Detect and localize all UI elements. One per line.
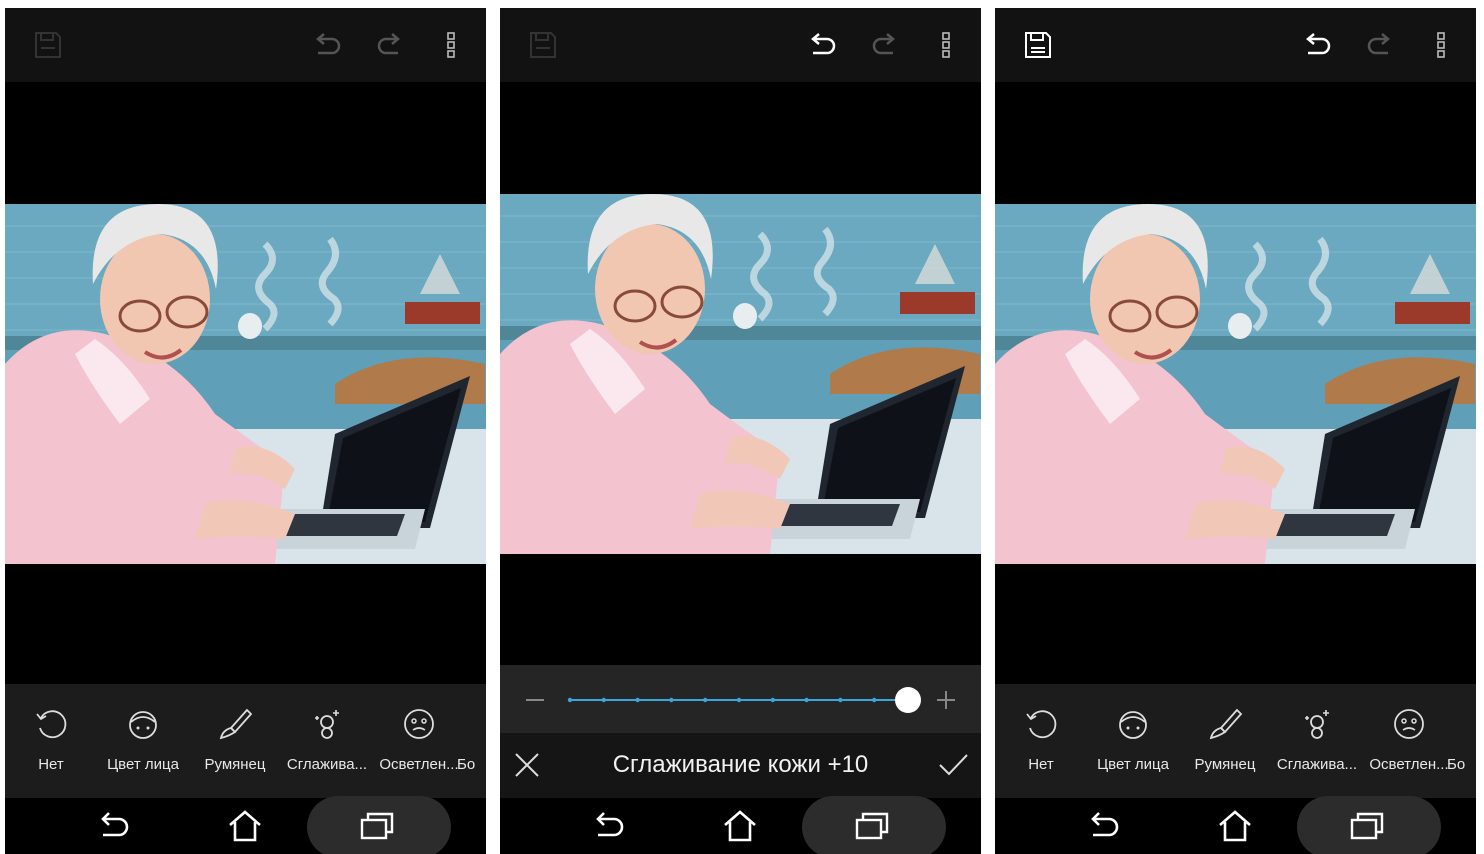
photo-canvas[interactable] (500, 194, 981, 554)
tool-label: Румянец (204, 756, 266, 773)
slider-tick (601, 697, 606, 703)
slider-tick (770, 697, 775, 703)
home-icon[interactable] (1215, 806, 1255, 846)
face-tone-icon (1087, 704, 1179, 744)
tool-smoothing[interactable]: Сглажива... (1271, 704, 1363, 773)
tool-brighten[interactable]: Осветлен... (373, 704, 465, 773)
tool-blush[interactable]: Румянец (1179, 704, 1271, 773)
system-nav-bar (995, 796, 1476, 854)
smoothing-icon (281, 704, 373, 744)
smoothing-icon (1271, 704, 1363, 744)
close-icon[interactable] (512, 750, 542, 785)
slider-thumb[interactable] (895, 687, 921, 713)
top-toolbar (500, 8, 981, 82)
home-icon[interactable] (720, 806, 760, 846)
beauty-tools-bar: Нет Цвет лица Румянец Сглажива... Осветл… (995, 684, 1476, 798)
adjust-caption-bar: Сглаживание кожи +10 (500, 733, 981, 798)
back-icon[interactable] (1083, 806, 1123, 846)
tool-partial[interactable]: Бо (1447, 704, 1476, 773)
undo-icon[interactable] (1300, 28, 1334, 62)
reset-icon (995, 704, 1087, 744)
back-icon[interactable] (588, 806, 628, 846)
top-toolbar (995, 8, 1476, 82)
system-nav-bar (500, 796, 981, 854)
blush-brush-icon (189, 704, 281, 744)
recents-icon[interactable] (357, 806, 397, 846)
tool-label: Нет (1028, 756, 1054, 773)
redo-icon[interactable] (867, 28, 901, 62)
save-icon[interactable] (31, 28, 65, 62)
intensity-slider[interactable] (500, 665, 981, 733)
redo-icon[interactable] (1362, 28, 1396, 62)
tool-partial[interactable]: Бо (457, 704, 486, 773)
photo-canvas[interactable] (5, 204, 486, 564)
tool-label: Сглажива... (1276, 756, 1358, 773)
more-vertical-icon[interactable] (929, 28, 963, 62)
tool-label: Цвет лица (1097, 756, 1169, 773)
face-tone-icon (97, 704, 189, 744)
system-nav-bar (5, 796, 486, 854)
tool-smoothing[interactable]: Сглажива... (281, 704, 373, 773)
reset-icon (5, 704, 97, 744)
tool-reset[interactable]: Нет (995, 704, 1087, 773)
slider-tick (838, 697, 843, 703)
home-icon[interactable] (225, 806, 265, 846)
save-icon[interactable] (1021, 28, 1055, 62)
tool-label: Бо (457, 756, 476, 773)
tool-label: Румянец (1194, 756, 1256, 773)
undo-icon[interactable] (805, 28, 839, 62)
tool-label: Нет (38, 756, 64, 773)
tool-reset[interactable]: Нет (5, 704, 97, 773)
tool-label: Сглажива... (286, 756, 368, 773)
tool-label: Бо (1447, 756, 1466, 773)
tool-label: Цвет лица (107, 756, 179, 773)
tool-face-tone[interactable]: Цвет лица (1087, 704, 1179, 773)
slider-tick (567, 697, 573, 703)
redo-icon[interactable] (372, 28, 406, 62)
back-icon[interactable] (93, 806, 133, 846)
photo-canvas[interactable] (995, 204, 1476, 564)
screen-after: Нет Цвет лица Румянец Сглажива... Осветл… (995, 8, 1476, 854)
tool-label: Осветлен... (1369, 756, 1449, 773)
brighten-face-icon (373, 704, 465, 744)
tool-blush[interactable]: Румянец (189, 704, 281, 773)
check-icon[interactable] (937, 750, 969, 785)
undo-icon[interactable] (310, 28, 344, 62)
screen-before: Нет Цвет лица Румянец Сглажива... Осветл… (5, 8, 486, 854)
tool-label: Осветлен... (379, 756, 459, 773)
tool-face-tone[interactable]: Цвет лица (97, 704, 189, 773)
recents-icon[interactable] (1347, 806, 1387, 846)
top-toolbar (5, 8, 486, 82)
slider-tick (804, 697, 809, 703)
blush-brush-icon (1179, 704, 1271, 744)
recents-icon[interactable] (852, 806, 892, 846)
tool-brighten[interactable]: Осветлен... (1363, 704, 1455, 773)
adjust-caption: Сглаживание кожи +10 (612, 751, 869, 778)
slider-tick (872, 697, 877, 703)
plus-icon[interactable] (937, 691, 955, 709)
slider-tick (635, 697, 640, 703)
save-icon[interactable] (526, 28, 560, 62)
brighten-face-icon (1363, 704, 1455, 744)
more-vertical-icon[interactable] (434, 28, 468, 62)
beauty-tools-bar: Нет Цвет лица Румянец Сглажива... Осветл… (5, 684, 486, 798)
slider-tick (669, 697, 674, 703)
adjust-slider-panel (500, 665, 981, 733)
slider-tick (736, 697, 742, 703)
more-vertical-icon[interactable] (1424, 28, 1458, 62)
screen-editing: Сглаживание кожи +10 (500, 8, 981, 854)
slider-tick (703, 697, 708, 703)
